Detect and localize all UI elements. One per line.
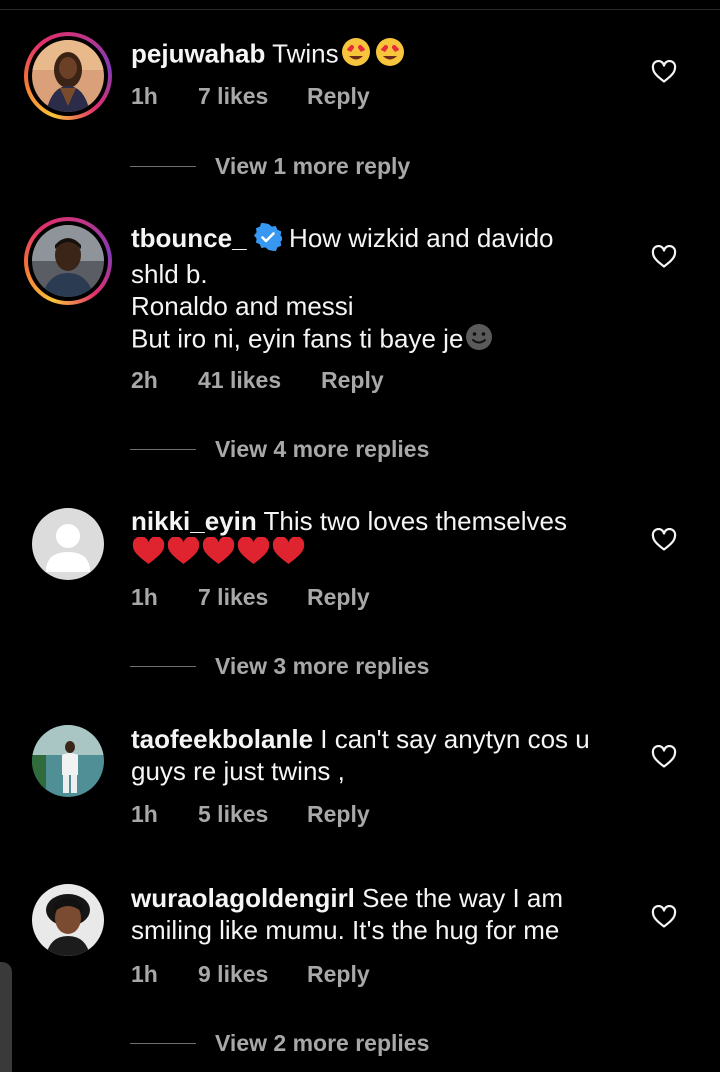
comment-line-1: See the way I am [362,883,564,913]
comment-text: tbounce_ How wizkid and davido shld b. R… [131,222,631,359]
comment-body: This two loves themselves [263,506,567,536]
reply-button[interactable]: Reply [307,582,370,612]
red-heart-emoji [166,536,201,574]
scroll-indicator[interactable] [0,962,12,1072]
divider-line [130,666,196,667]
avatar[interactable] [24,217,112,305]
comment-text: wuraolagoldengirl See the way I am smili… [131,882,631,946]
reply-button[interactable]: Reply [307,959,370,989]
comment-text: pejuwahab Twins [131,36,631,75]
likes-count[interactable]: 7 likes [198,81,268,111]
likes-count[interactable]: 7 likes [198,582,268,612]
timestamp: 1h [131,83,158,109]
avatar[interactable] [24,876,112,964]
default-avatar-icon [46,524,90,572]
timestamp: 1h [131,961,158,987]
comment-line-1: I can't say anytyn cos u [320,724,590,754]
reply-button[interactable]: Reply [307,81,370,111]
username[interactable]: nikki_eyin [131,506,257,536]
view-replies-label[interactable]: View 4 more replies [215,434,429,464]
avatar[interactable] [24,500,112,588]
heart-eyes-emoji [373,36,407,75]
avatar[interactable] [24,717,112,805]
reply-button[interactable]: Reply [307,799,370,829]
view-replies-label[interactable]: View 2 more replies [215,1028,429,1058]
likes-count[interactable]: 5 likes [198,799,268,829]
likes-count[interactable]: 41 likes [198,365,281,395]
divider-line [130,166,196,167]
like-heart-icon[interactable] [651,245,677,269]
top-divider [0,0,720,10]
timestamp: 1h [131,584,158,610]
username[interactable]: taofeekbolanle [131,724,313,754]
comment-line-2: smiling like mumu. It's the hug for me [131,915,560,945]
like-heart-icon[interactable] [651,905,677,929]
timestamp: 1h [131,801,158,827]
comment-line-1: How wizkid and davido [289,223,554,253]
divider-line [130,449,196,450]
divider-line [130,1043,196,1044]
comment-text: taofeekbolanle I can't say anytyn cos u … [131,723,631,787]
username[interactable]: tbounce_ [131,223,247,253]
comment-line-2: guys re just twins , [131,756,345,786]
red-heart-emoji [201,536,236,574]
like-heart-icon[interactable] [651,60,677,84]
comment-line-3: Ronaldo and messi [131,290,354,321]
view-replies-label[interactable]: View 1 more reply [215,151,410,181]
red-heart-emoji [131,536,166,574]
verified-badge-icon [253,222,284,258]
comment-line-4: But iro ni, eyin fans ti baye je [131,323,464,353]
red-heart-emoji [236,536,271,574]
view-replies-label[interactable]: View 3 more replies [215,651,429,681]
comment-body: Twins [272,38,339,69]
like-heart-icon[interactable] [651,745,677,769]
reply-button[interactable]: Reply [321,365,384,395]
slightly-smiling-face-emoji [463,322,495,359]
timestamp: 2h [131,367,158,393]
red-heart-emoji [271,536,306,574]
like-heart-icon[interactable] [651,528,677,552]
comment-line-2: shld b. [131,258,208,289]
heart-eyes-emoji [339,36,373,75]
avatar[interactable] [24,32,112,120]
username[interactable]: pejuwahab [131,38,265,68]
likes-count[interactable]: 9 likes [198,959,268,989]
username[interactable]: wuraolagoldengirl [131,883,355,913]
comment-text: nikki_eyin This two loves themselves [131,505,631,574]
